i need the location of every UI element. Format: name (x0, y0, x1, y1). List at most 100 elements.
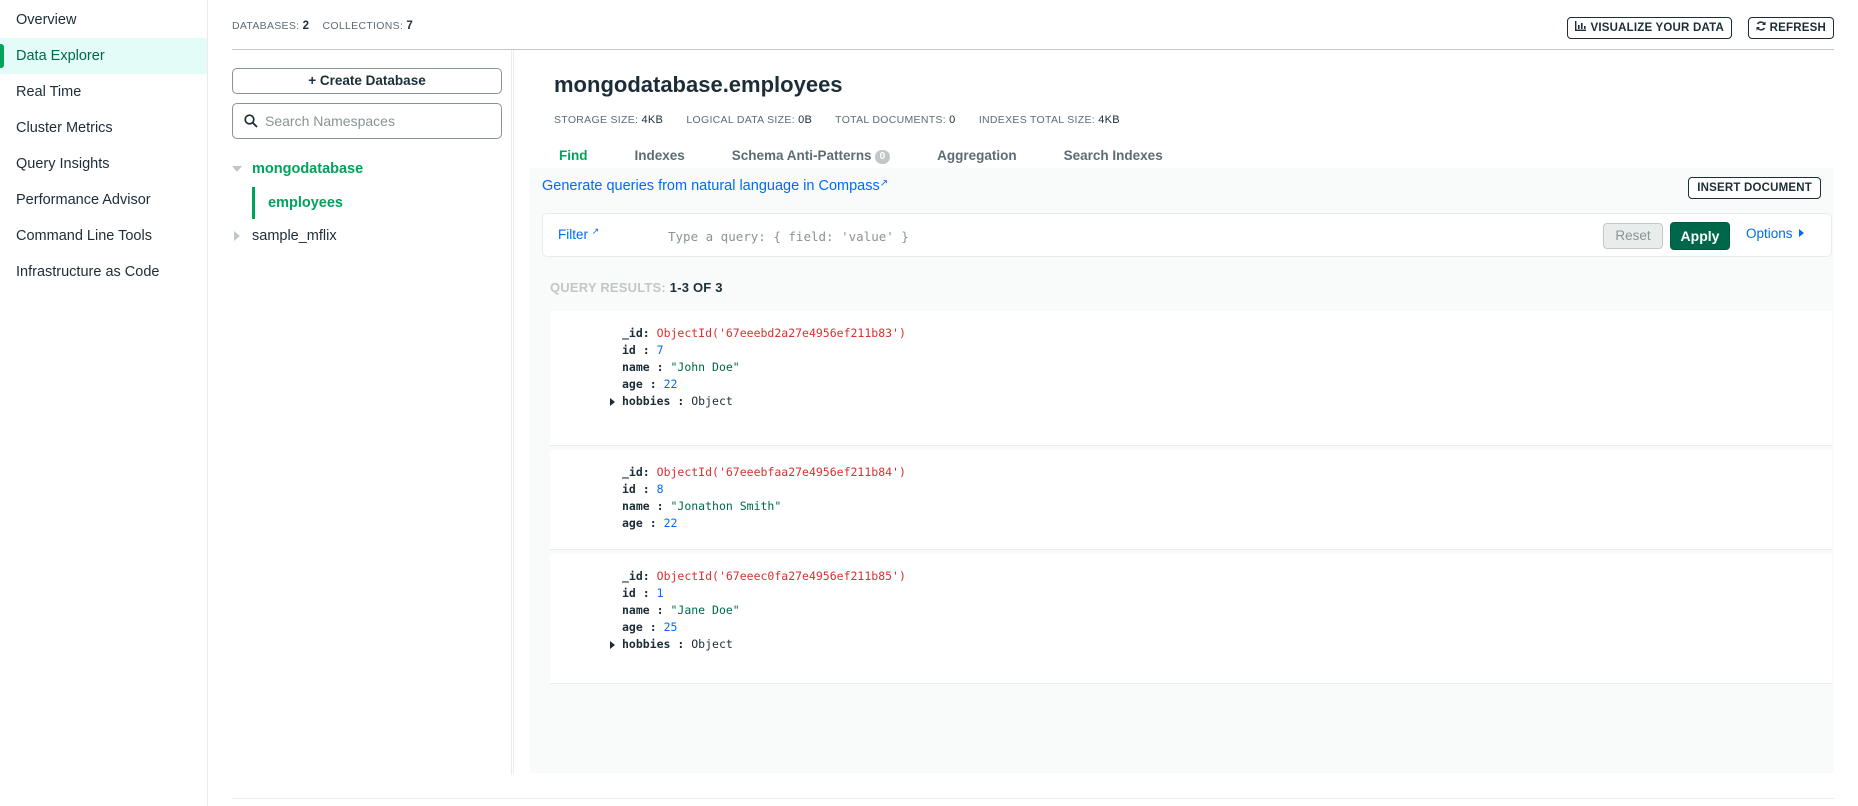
collection-title: mongodatabase.employees (554, 72, 843, 97)
databases-label: DATABASES: (232, 20, 300, 32)
tab-label: Schema Anti-Patterns (731, 148, 872, 163)
objectid-value: ObjectId('67eeebd2a27e4956ef211b83') (656, 326, 906, 340)
search-icon (244, 114, 258, 128)
nav-item-performance-advisor[interactable]: Performance Advisor (0, 182, 207, 218)
object-value: Object (691, 394, 733, 408)
caret-down-icon (232, 166, 242, 173)
field-key: id : (622, 482, 650, 496)
collection-stats: STORAGE SIZE: 4KB LOGICAL DATA SIZE: 0B … (554, 114, 1140, 126)
field-key: age : (622, 377, 657, 391)
string-value: "Jonathon Smith" (670, 499, 782, 513)
footer-divider (232, 798, 1834, 799)
field-key: id : (622, 343, 650, 357)
filter-bar: Filter ↗ Reset Apply Options (542, 213, 1832, 257)
field-key: name : (622, 499, 664, 513)
objectid-value: ObjectId('67eeec0fa27e4956ef211b85') (656, 569, 906, 583)
field-key: name : (622, 603, 664, 617)
field-key: name : (622, 360, 664, 374)
nav-item-query-insights[interactable]: Query Insights (0, 146, 207, 182)
storage-size-value: 4KB (641, 114, 664, 126)
database-name: mongodatabase (252, 161, 364, 177)
objectid-value: ObjectId('67eeebfaa27e4956ef211b84') (656, 465, 906, 479)
filter-link[interactable]: Filter ↗ (558, 226, 599, 242)
nav-item-data-explorer[interactable]: Data Explorer (0, 38, 207, 74)
nav-item-infrastructure-as-code[interactable]: Infrastructure as Code (0, 254, 207, 290)
results-area: Generate queries from natural language i… (530, 168, 1834, 773)
results-range: 1-3 OF 3 (669, 280, 723, 295)
filter-query-input[interactable] (668, 224, 1428, 248)
main-content: mongodatabase.employees STORAGE SIZE: 4K… (513, 50, 1834, 775)
databases-count: 2 (302, 20, 310, 32)
database-name: sample_mflix (252, 228, 337, 244)
number-value: 22 (663, 516, 678, 530)
number-value: 7 (656, 343, 664, 357)
external-link-icon: ↗ (879, 178, 889, 189)
reset-button[interactable]: Reset (1603, 223, 1663, 249)
left-nav: Overview Data Explorer Real Time Cluster… (0, 0, 208, 806)
number-value: 8 (656, 482, 664, 496)
link-label: Generate queries from natural language i… (542, 178, 880, 194)
search-namespaces-box (232, 103, 502, 139)
tab-search-indexes[interactable]: Search Indexes (1059, 144, 1168, 168)
field-key: age : (622, 516, 657, 530)
expand-caret-icon[interactable] (610, 398, 615, 406)
indexes-size-label: INDEXES TOTAL SIZE: (978, 114, 1095, 126)
field-key: hobbies : (622, 394, 685, 408)
collections-count: 7 (406, 20, 414, 32)
tab-schema-anti-patterns[interactable]: Schema Anti-Patterns 0 (727, 144, 895, 168)
field-key: id : (622, 586, 650, 600)
logical-size-label: LOGICAL DATA SIZE: (686, 114, 795, 126)
number-value: 25 (663, 620, 678, 634)
tree-database-mongodatabase[interactable]: mongodatabase (232, 157, 363, 181)
tree-database-sample-mflix[interactable]: sample_mflix (232, 224, 337, 248)
object-value: Object (691, 637, 733, 651)
query-results-label: QUERY RESULTS: 1-3 OF 3 (550, 280, 723, 295)
tab-indexes[interactable]: Indexes (630, 144, 690, 168)
nav-item-real-time[interactable]: Real Time (0, 74, 207, 110)
tab-find[interactable]: Find (554, 144, 593, 168)
number-value: 1 (656, 586, 664, 600)
total-documents-label: TOTAL DOCUMENTS: (835, 114, 946, 126)
field-key: hobbies : (622, 637, 685, 651)
logical-size-value: 0B (798, 114, 813, 126)
refresh-icon (1756, 18, 1766, 38)
field-key-id: _id: (622, 569, 650, 583)
caret-right-icon (1798, 229, 1804, 237)
insert-document-button[interactable]: INSERT DOCUMENT (1688, 177, 1821, 199)
tab-aggregation[interactable]: Aggregation (932, 144, 1022, 168)
bar-chart-icon (1575, 18, 1587, 38)
document-card[interactable]: _id: ObjectId('67eeec0fa27e4956ef211b85'… (550, 554, 1832, 684)
search-namespaces-input[interactable] (265, 110, 490, 132)
top-bar: DATABASES: 2 COLLECTIONS: 7 VISUALIZE YO… (232, 0, 1834, 50)
field-key: age : (622, 620, 657, 634)
field-key-id: _id: (622, 465, 650, 479)
collections-label: COLLECTIONS: (322, 20, 404, 32)
options-label: Options (1746, 226, 1793, 241)
indexes-size-value: 4KB (1098, 114, 1120, 126)
visualize-data-label: VISUALIZE YOUR DATA (1590, 22, 1724, 34)
options-button[interactable]: Options (1746, 226, 1804, 241)
number-value: 22 (663, 377, 678, 391)
natural-language-compass-link[interactable]: Generate queries from natural language i… (542, 178, 888, 194)
storage-size-label: STORAGE SIZE: (554, 114, 639, 126)
nav-item-cluster-metrics[interactable]: Cluster Metrics (0, 110, 207, 146)
visualize-data-button[interactable]: VISUALIZE YOUR DATA (1567, 17, 1732, 39)
nav-item-command-line-tools[interactable]: Command Line Tools (0, 218, 207, 254)
document-card[interactable]: _id: ObjectId('67eeebd2a27e4956ef211b83'… (550, 311, 1832, 446)
refresh-button[interactable]: REFRESH (1747, 17, 1834, 39)
caret-right-icon (234, 231, 240, 242)
tree-collection-employees[interactable]: employees (252, 187, 492, 219)
document-card[interactable]: _id: ObjectId('67eeebfaa27e4956ef211b84'… (550, 450, 1832, 550)
create-database-button[interactable]: + Create Database (232, 68, 502, 94)
namespace-panel: + Create Database mongodatabase employee… (232, 50, 512, 775)
count-badge: 0 (874, 150, 891, 164)
external-link-icon: ↗ (591, 226, 600, 236)
total-documents-value: 0 (949, 114, 956, 126)
apply-button[interactable]: Apply (1670, 222, 1730, 250)
expand-caret-icon[interactable] (610, 641, 615, 649)
field-key-id: _id: (622, 326, 650, 340)
nav-item-overview[interactable]: Overview (0, 2, 207, 38)
refresh-label: REFRESH (1769, 22, 1826, 34)
string-value: "John Doe" (670, 360, 740, 374)
filter-label: Filter (558, 227, 588, 242)
